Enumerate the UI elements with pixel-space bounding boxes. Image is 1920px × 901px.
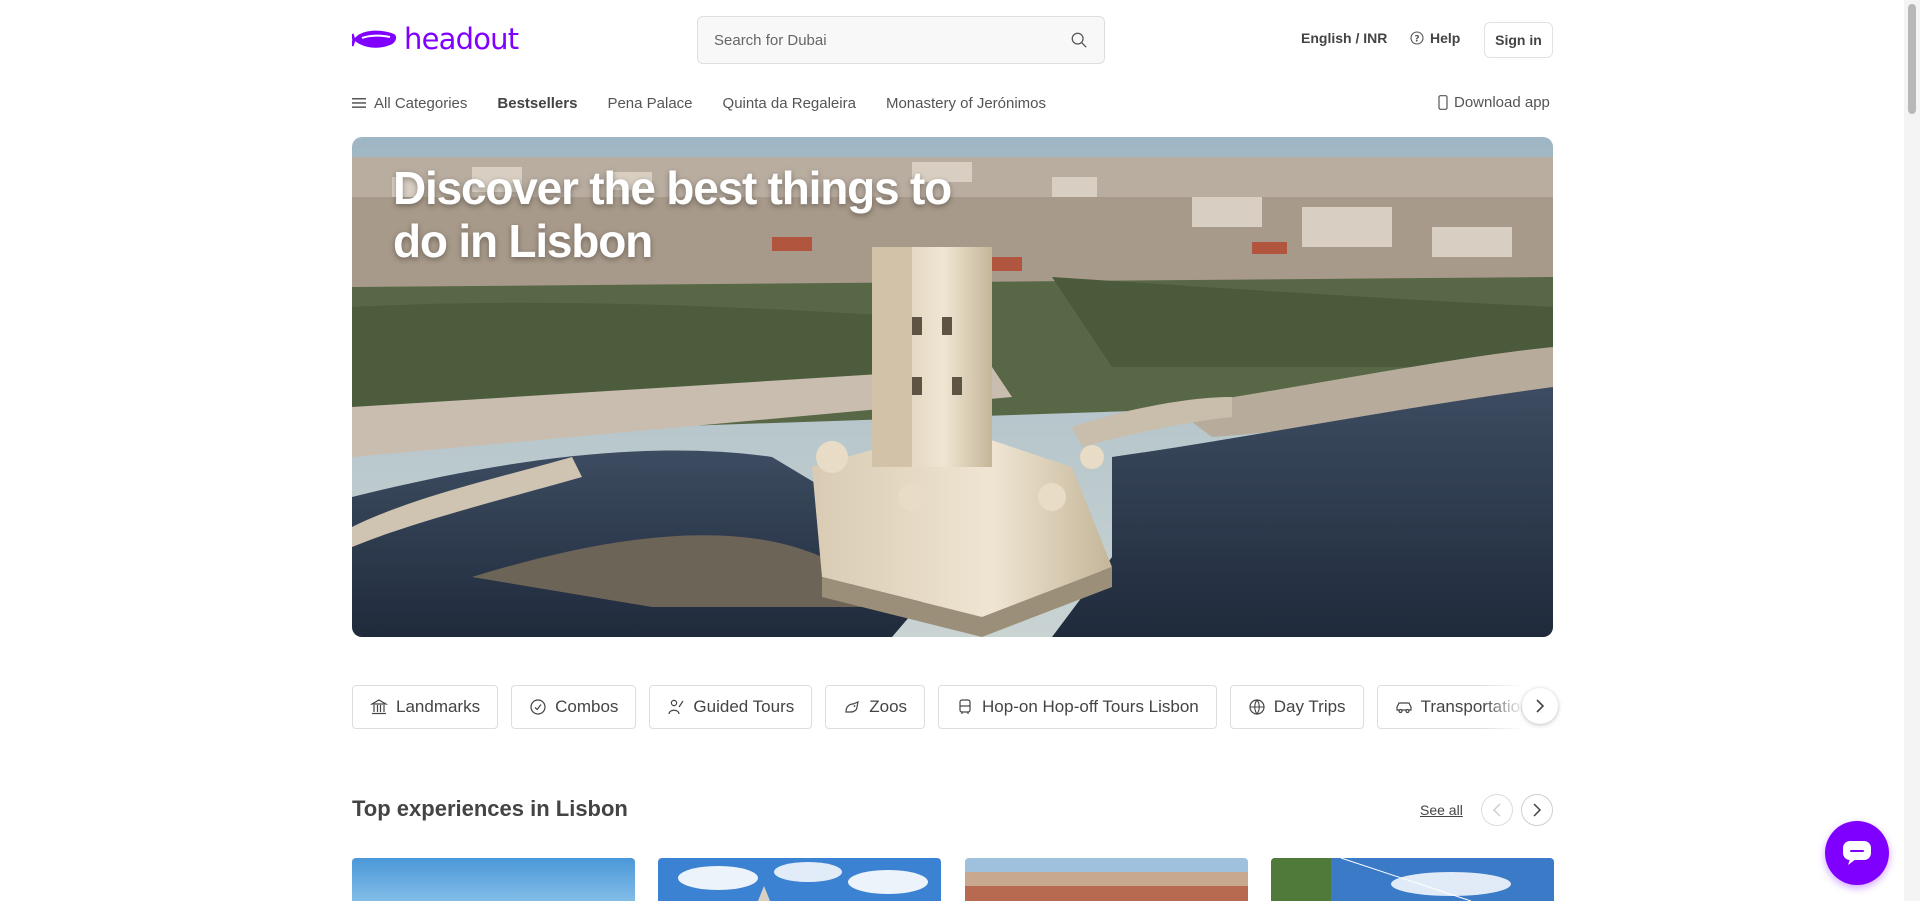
chip-landmarks[interactable]: Landmarks bbox=[352, 685, 499, 729]
chat-button[interactable] bbox=[1825, 821, 1889, 885]
experience-card-image bbox=[965, 858, 1248, 901]
chip-hop-on-hop-off[interactable]: Hop-on Hop-off Tours Lisbon bbox=[938, 685, 1217, 729]
hero-banner[interactable]: Discover the best things to do in Lisbon bbox=[352, 137, 1553, 637]
globe-icon bbox=[1249, 699, 1265, 715]
hero-title: Discover the best things to do in Lisbon bbox=[393, 162, 952, 267]
experience-card[interactable] bbox=[965, 858, 1248, 901]
phone-icon bbox=[1438, 95, 1448, 110]
chevron-right-icon bbox=[1533, 803, 1542, 817]
car-icon bbox=[1395, 702, 1412, 714]
scrollbar-thumb[interactable] bbox=[1908, 4, 1916, 114]
carousel-next-button[interactable] bbox=[1521, 794, 1553, 826]
bus-icon bbox=[959, 699, 971, 714]
chevron-right-icon bbox=[1536, 699, 1545, 713]
help-link[interactable]: ? Help bbox=[1410, 30, 1460, 46]
sign-in-button[interactable]: Sign in bbox=[1484, 22, 1553, 58]
experience-card[interactable] bbox=[352, 858, 635, 901]
chevron-left-icon bbox=[1492, 803, 1501, 817]
svg-text:?: ? bbox=[1414, 35, 1419, 45]
categories-next-button[interactable] bbox=[1522, 688, 1558, 724]
nav-monastery-of-jeronimos[interactable]: Monastery of Jerónimos bbox=[886, 95, 1046, 112]
chip-guided-tours[interactable]: Guided Tours bbox=[649, 685, 813, 729]
nav-pena-palace[interactable]: Pena Palace bbox=[607, 95, 692, 112]
carousel-prev-button[interactable] bbox=[1481, 794, 1513, 826]
nav-all-categories[interactable]: All Categories bbox=[352, 95, 467, 112]
search-placeholder: Search for Dubai bbox=[714, 31, 827, 49]
download-app-link[interactable]: Download app bbox=[1438, 94, 1550, 111]
category-chips: Landmarks Combos Guided Tours Zoos Hop-o… bbox=[352, 685, 1553, 729]
see-all-link[interactable]: See all bbox=[1420, 802, 1463, 818]
chip-guided-tours-label: Guided Tours bbox=[693, 697, 795, 716]
nav-all-categories-label: All Categories bbox=[374, 94, 468, 112]
headout-blimp-icon bbox=[352, 30, 397, 48]
menu-icon bbox=[352, 98, 366, 108]
experience-card-image bbox=[352, 858, 635, 901]
language-currency-selector[interactable]: English / INR bbox=[1301, 30, 1387, 46]
landmark-icon bbox=[370, 699, 388, 715]
experience-card[interactable] bbox=[1271, 858, 1554, 901]
chip-day-trips-label: Day Trips bbox=[1273, 697, 1346, 716]
chip-day-trips[interactable]: Day Trips bbox=[1229, 685, 1364, 729]
category-nav: All Categories Bestsellers Pena Palace Q… bbox=[352, 92, 1076, 114]
zoo-icon bbox=[845, 701, 860, 713]
help-icon: ? bbox=[1410, 31, 1424, 45]
guide-icon bbox=[668, 699, 684, 715]
search-icon[interactable] bbox=[1070, 31, 1088, 49]
chip-zoos-label: Zoos bbox=[869, 697, 908, 716]
logo-text: headout bbox=[404, 22, 519, 56]
chip-combos-label: Combos bbox=[555, 697, 619, 716]
experience-card[interactable] bbox=[658, 858, 941, 901]
headout-logo[interactable]: headout bbox=[352, 22, 519, 56]
page-scrollbar[interactable] bbox=[1904, 0, 1920, 901]
help-label: Help bbox=[1430, 30, 1461, 46]
chip-hop-on-hop-off-label: Hop-on Hop-off Tours Lisbon bbox=[982, 697, 1199, 716]
chip-combos[interactable]: Combos bbox=[511, 685, 637, 729]
combo-icon bbox=[530, 699, 546, 715]
download-app-label: Download app bbox=[1454, 94, 1550, 111]
nav-bestsellers[interactable]: Bestsellers bbox=[497, 95, 577, 112]
chip-landmarks-label: Landmarks bbox=[396, 697, 481, 716]
experience-card-image bbox=[658, 858, 941, 901]
nav-quinta-da-regaleira[interactable]: Quinta da Regaleira bbox=[723, 95, 856, 112]
experience-card-image bbox=[1271, 858, 1554, 901]
search-input[interactable]: Search for Dubai bbox=[697, 16, 1105, 64]
section-title: Top experiences in Lisbon bbox=[352, 796, 628, 821]
chip-zoos[interactable]: Zoos bbox=[825, 685, 926, 729]
chat-icon bbox=[1843, 841, 1871, 865]
